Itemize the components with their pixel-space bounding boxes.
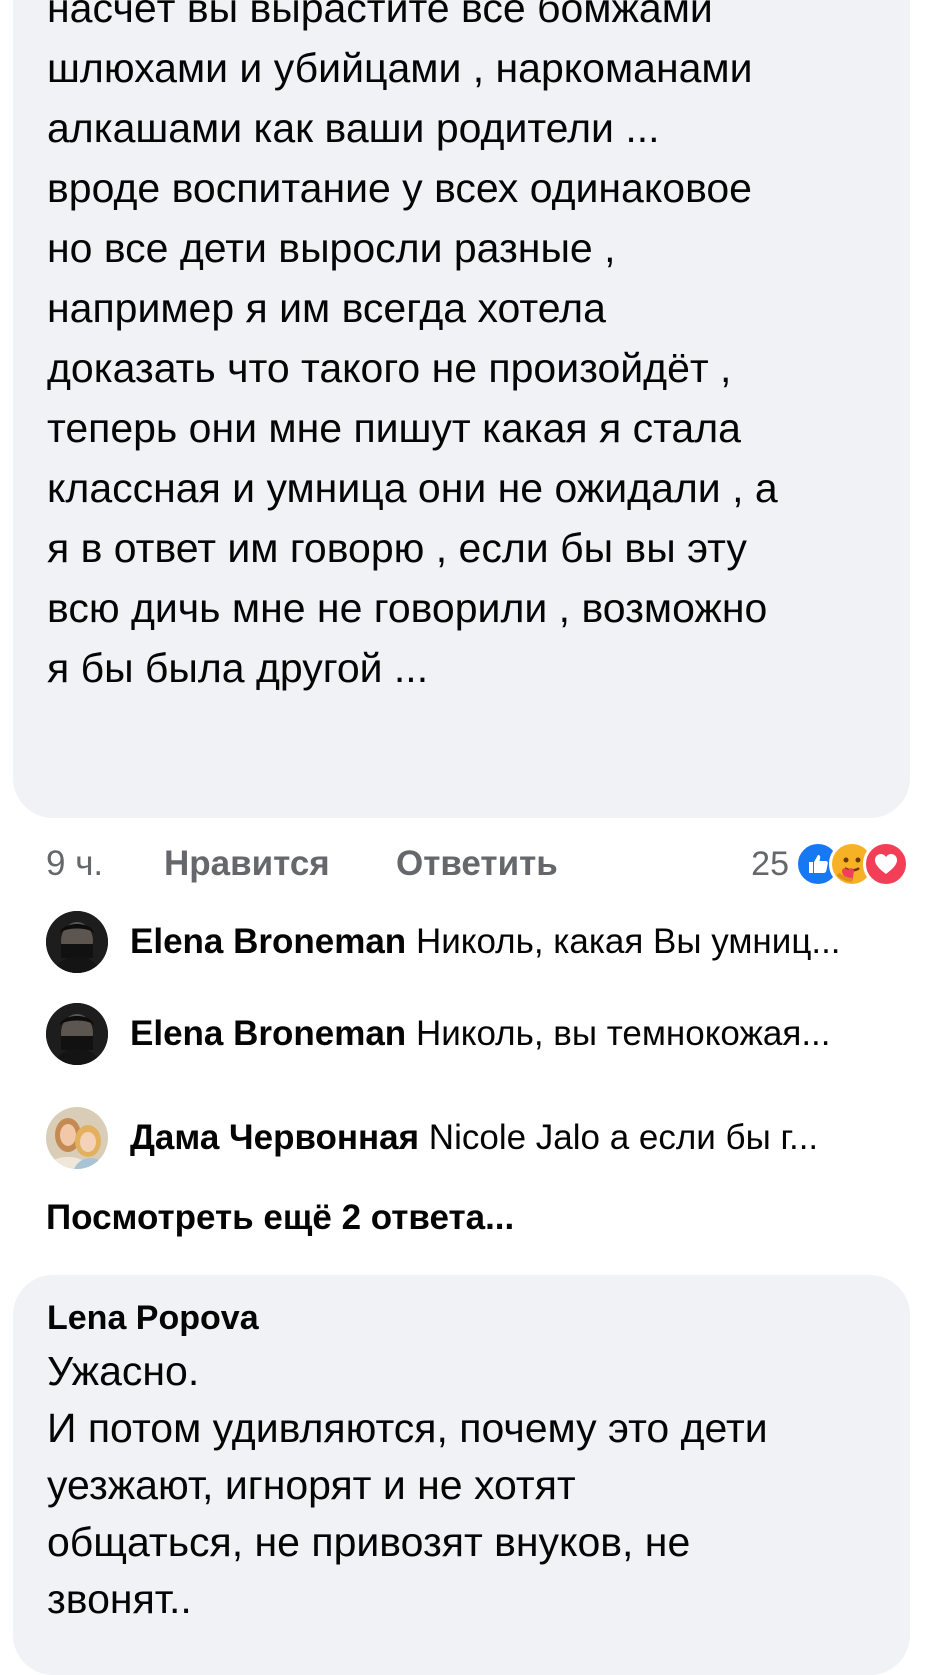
comment-line: звонят.. bbox=[47, 1576, 192, 1622]
comment-line: Ужасно. bbox=[47, 1348, 200, 1394]
comment-line: классная и умница они не ожидали , а bbox=[47, 465, 778, 511]
reply-snippet: Николь, вы темнокожая... bbox=[415, 1014, 831, 1053]
comment-line: алкашами как ваши родители ... bbox=[47, 105, 660, 151]
reactions-summary[interactable]: 25 bbox=[751, 841, 909, 887]
reply-author[interactable]: Elena Broneman bbox=[130, 922, 406, 961]
comment-line: я бы была другой ... bbox=[47, 645, 429, 691]
reply-item[interactable]: Дама Червонная Nicole Jalo а если бы г..… bbox=[46, 1106, 897, 1170]
love-icon bbox=[863, 841, 909, 887]
comment-bubble: Lena Popova Ужасно. И потом удивляются, … bbox=[13, 1275, 910, 1675]
comment-line: я в ответ им говорю , если бы вы эту bbox=[47, 525, 747, 571]
reply-snippet: Николь, какая Вы умниц... bbox=[415, 922, 841, 961]
reply-button[interactable]: Ответить bbox=[396, 836, 558, 892]
reaction-count: 25 bbox=[751, 844, 789, 883]
comment-timestamp[interactable]: 9 ч. bbox=[46, 836, 103, 892]
comment-actions: 9 ч. Нравится Ответить 25 bbox=[46, 836, 909, 892]
reply-item[interactable]: Elena Broneman Николь, какая Вы умниц... bbox=[46, 910, 897, 974]
comment-line: например я им всегда хотела bbox=[47, 285, 606, 331]
comment-line: всю дичь мне не говорили , возможно bbox=[47, 585, 768, 631]
reply-item[interactable]: Elena Broneman Николь, вы темнокожая... bbox=[46, 1002, 897, 1066]
comment-line: шлюхами и убийцами , наркоманами bbox=[47, 45, 753, 91]
view-more-replies-link[interactable]: Посмотреть ещё 2 ответа... bbox=[46, 1190, 514, 1246]
comment-line: И потом удивляются, почему это дети bbox=[47, 1405, 768, 1451]
reply-text: Elena Broneman Николь, вы темнокожая... bbox=[130, 1014, 831, 1054]
avatar[interactable] bbox=[46, 1003, 108, 1065]
comment-line: насчёт вы вырастите все бомжами bbox=[47, 0, 713, 31]
avatar[interactable] bbox=[46, 911, 108, 973]
comment-line: теперь они мне пишут какая я стала bbox=[47, 405, 741, 451]
comment-bubble: насчёт вы вырастите все бомжами шлюхами … bbox=[13, 0, 910, 818]
comment-line: общаться, не привозят внуков, не bbox=[47, 1519, 691, 1565]
comment-author[interactable]: Lena Popova bbox=[47, 1293, 876, 1343]
comment-line: вроде воспитание у всех одинаковое bbox=[47, 165, 752, 211]
comment-line: доказать что такого не произойдёт , bbox=[47, 345, 732, 391]
avatar[interactable] bbox=[46, 1107, 108, 1169]
reply-text: Дама Червонная Nicole Jalo а если бы г..… bbox=[130, 1118, 818, 1158]
comment-line: уезжают, игнорят и не хотят bbox=[47, 1462, 576, 1508]
reply-author[interactable]: Elena Broneman bbox=[130, 1014, 406, 1053]
reply-author[interactable]: Дама Червонная bbox=[130, 1118, 419, 1157]
comment-line: но все дети выросли разные , bbox=[47, 225, 616, 271]
reply-text: Elena Broneman Николь, какая Вы умниц... bbox=[130, 922, 841, 962]
reply-snippet: Nicole Jalo а если бы г... bbox=[428, 1118, 819, 1157]
like-button[interactable]: Нравится bbox=[164, 836, 330, 892]
